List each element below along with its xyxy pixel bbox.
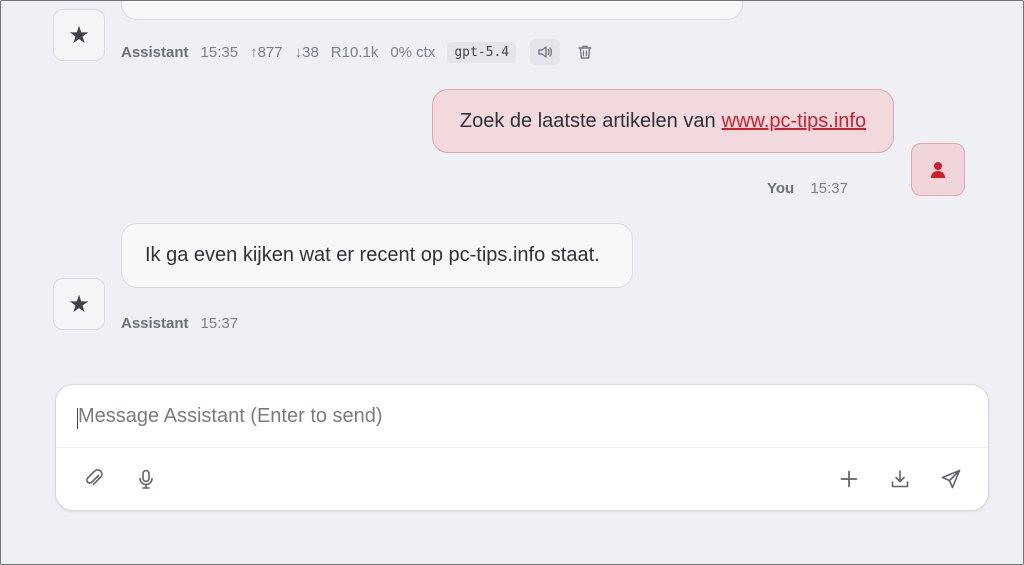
tokens-up: ↑877 [250, 43, 283, 61]
speak-button[interactable] [530, 39, 561, 65]
download-icon [891, 470, 909, 488]
assistant-avatar: ★ [53, 9, 105, 61]
assistant-message-bubble-previous [121, 1, 743, 20]
trash-icon [578, 45, 592, 59]
message-time: 15:35 [200, 43, 239, 61]
send-button[interactable] [938, 466, 964, 492]
microphone-icon [139, 469, 153, 489]
download-button[interactable] [887, 466, 913, 492]
attach-button[interactable] [81, 466, 107, 492]
message-time: 15:37 [200, 315, 239, 332]
composer-toolbar [56, 448, 988, 510]
text-caret [77, 408, 78, 429]
token-ratio: R10.1k [330, 43, 379, 61]
assistant-avatar: ★ [53, 278, 105, 330]
user-message-text: Zoek de laatste artikelen van [459, 109, 716, 132]
user-avatar [911, 143, 965, 196]
microphone-button[interactable] [133, 466, 159, 492]
message-author: Assistant [121, 315, 189, 332]
message-composer [55, 384, 989, 511]
message-time: 15:37 [810, 180, 848, 197]
message-author: Assistant [121, 43, 189, 61]
speaker-icon [538, 46, 553, 58]
message-input[interactable] [56, 385, 988, 447]
context-usage: 0% ctx [390, 43, 436, 61]
star-icon: ★ [68, 290, 90, 318]
new-chat-button[interactable] [836, 466, 862, 492]
model-badge: gpt-5.4 [447, 41, 517, 63]
delete-button[interactable] [570, 39, 600, 65]
user-message-bubble: Zoek de laatste artikelen van www.pc-tip… [432, 89, 894, 153]
person-icon [930, 161, 946, 178]
plus-icon [840, 470, 858, 488]
message-link[interactable]: www.pc-tips.info [722, 110, 867, 133]
message-author: You [767, 180, 795, 197]
assistant-message-bubble: Ik ga even kijken wat er recent op pc-ti… [121, 223, 633, 288]
chat-window: ★ Assistant 15:35 ↑877 ↓38 R10.1k 0% ctx… [0, 0, 1024, 565]
assistant-message-meta: Assistant 15:35 ↑877 ↓38 R10.1k 0% ctx g… [121, 39, 610, 65]
assistant-message-text: Ik ga even kijken wat er recent op pc-ti… [145, 244, 600, 266]
send-icon [941, 469, 961, 489]
tokens-down: ↓38 [294, 43, 319, 61]
paperclip-icon [86, 469, 103, 486]
assistant-message-meta: Assistant 15:37 [121, 315, 238, 332]
star-icon: ★ [68, 21, 90, 49]
user-message-meta: You 15:37 [767, 180, 848, 197]
